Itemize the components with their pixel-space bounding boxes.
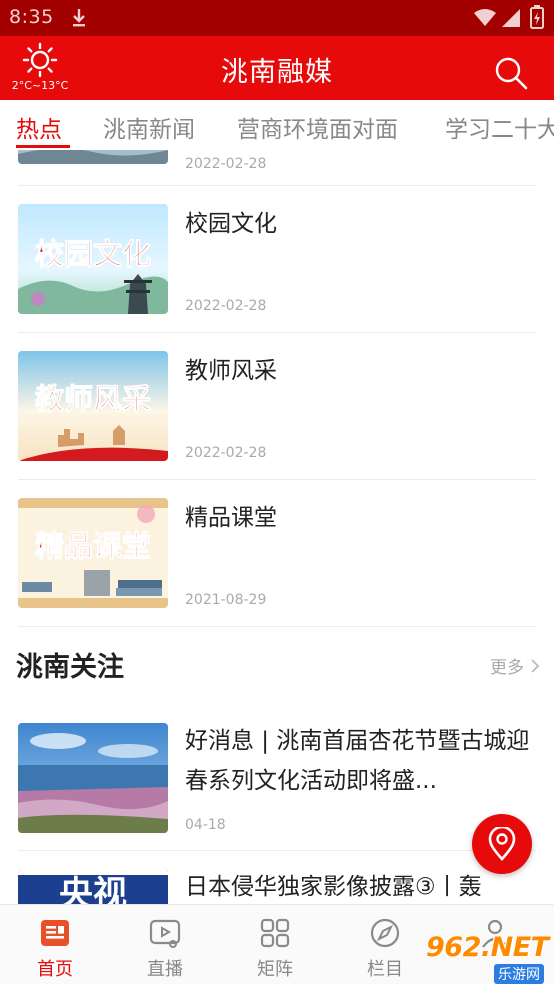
news-date: 2022-02-28	[185, 298, 267, 314]
news-thumbnail: 教师风采	[18, 351, 168, 461]
app-title: 洮南融媒	[221, 57, 333, 88]
site-watermark: 962.NET 乐游网	[418, 930, 554, 984]
list-item[interactable]: 好消息 | 洮南首届杏花节暨古城迎春系列文化活动即将盛... 04-18	[0, 723, 554, 835]
news-date: 2021-08-29	[185, 592, 267, 608]
divider	[18, 185, 536, 186]
watermark-sub: 乐游网	[494, 964, 544, 984]
compass-icon	[370, 918, 400, 948]
divider	[18, 479, 536, 480]
nav-label: 直播	[147, 959, 183, 980]
nav-label: 首页	[37, 959, 73, 980]
chevron-right-icon	[531, 658, 540, 673]
news-thumbnail: 精品课堂	[18, 498, 168, 608]
divider	[18, 332, 536, 333]
location-button[interactable]	[472, 814, 532, 874]
list-item[interactable]: 精品课堂 精品课堂 2021-08-29	[0, 498, 554, 610]
status-time: 8:35	[9, 6, 54, 28]
tab-study[interactable]: 学习二十大	[445, 110, 554, 144]
news-date: 04-18	[185, 817, 226, 833]
nav-label: 矩阵	[257, 959, 293, 980]
nav-live[interactable]: 直播	[110, 905, 220, 984]
tab-hot[interactable]: 热点	[16, 110, 62, 144]
download-icon	[73, 9, 85, 27]
thumb-caption: 央视	[59, 874, 127, 904]
tab-business-env[interactable]: 营商环境面对面	[237, 110, 398, 144]
list-item[interactable]: 校园文化 校园文化 2022-02-28	[0, 204, 554, 316]
news-thumbnail: 校园文化	[18, 204, 168, 314]
more-link[interactable]: 更多	[490, 653, 540, 678]
news-title: 精品课堂	[185, 505, 277, 531]
divider	[18, 626, 536, 627]
watermark-main: 962.NET	[426, 932, 549, 963]
location-pin-icon	[488, 827, 516, 861]
search-icon[interactable]	[494, 56, 528, 90]
news-title: 日本侵华独家影像披露③丨轰	[185, 874, 482, 900]
news-thumbnail	[18, 723, 168, 833]
section-title: 洮南关注	[16, 652, 124, 683]
news-thumbnail: 央视	[18, 869, 168, 904]
app-header: 2°C~13°C 洮南融媒	[0, 36, 554, 100]
news-title: 教师风采	[185, 358, 277, 384]
thumb-caption: 教师风采	[35, 382, 151, 416]
channel-tabs: 热点 洮南新闻 营商环境面对面 学习二十大	[0, 100, 554, 150]
thumb-caption: 校园文化	[35, 237, 151, 271]
list-item[interactable]: 2022-02-28	[0, 150, 554, 186]
list-item[interactable]: 央视 日本侵华独家影像披露③丨轰	[0, 869, 554, 904]
app-screen: 8:35 2°C~13°C 洮南融媒 热点 洮南新闻 营商环境面对面 学习二十大…	[0, 0, 554, 984]
wifi-icon	[474, 9, 496, 26]
list-item[interactable]: 教师风采 教师风采 2022-02-28	[0, 351, 554, 463]
news-title: 好消息 | 洮南首届杏花节暨古城迎春系列文化活动即将盛...	[185, 728, 530, 794]
tab-taonan-news[interactable]: 洮南新闻	[103, 110, 195, 144]
news-date: 2022-02-28	[185, 156, 267, 172]
tab-indicator	[16, 145, 70, 148]
news-feed[interactable]: 2022-02-28 校园文化 校园文化 2022-02-28 教师风采 教师风…	[0, 150, 554, 904]
grid-icon	[260, 918, 290, 948]
section-header: 洮南关注 更多	[0, 641, 554, 691]
more-label: 更多	[490, 658, 524, 678]
divider	[18, 850, 536, 851]
nav-home[interactable]: 首页	[0, 905, 110, 984]
battery-icon	[530, 5, 544, 29]
news-title: 校园文化	[185, 211, 277, 237]
signal-icon	[502, 9, 520, 27]
home-icon	[41, 920, 69, 946]
live-icon	[149, 919, 181, 948]
status-bar: 8:35	[0, 0, 554, 36]
thumb-caption: 精品课堂	[35, 529, 151, 563]
news-thumbnail	[18, 150, 168, 164]
news-date: 2022-02-28	[185, 445, 267, 461]
nav-matrix[interactable]: 矩阵	[220, 905, 330, 984]
